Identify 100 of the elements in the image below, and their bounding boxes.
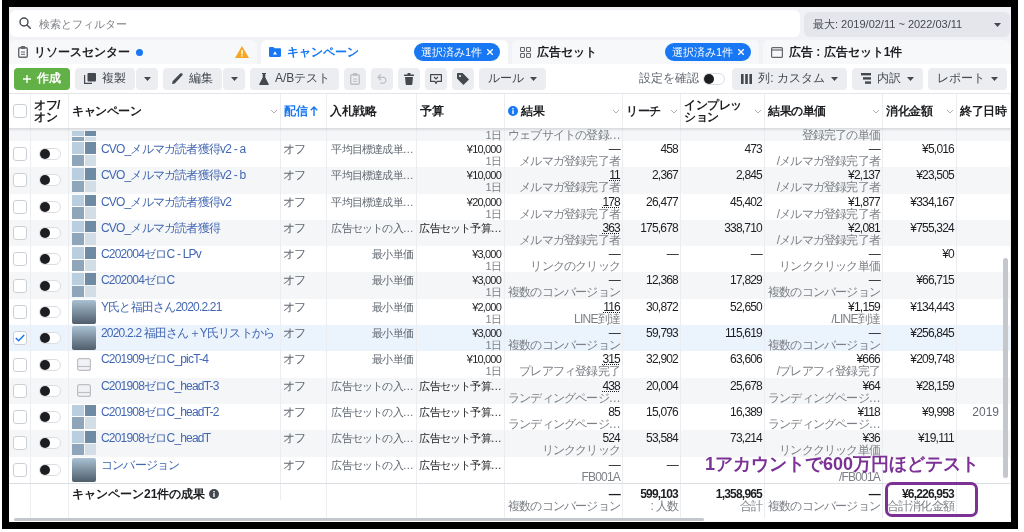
- row-checkbox[interactable]: [12, 199, 27, 214]
- column-header[interactable]: 配信: [284, 105, 307, 117]
- row-checkbox[interactable]: [12, 436, 27, 451]
- vertical-scrollbar[interactable]: [1003, 258, 1008, 478]
- column-header[interactable]: オフ/オン: [34, 99, 65, 123]
- impressions-value: 45,402: [730, 195, 762, 208]
- tab[interactable]: 広告 : 広告セット1件: [763, 40, 1010, 64]
- tag-button[interactable]: [452, 67, 475, 90]
- campaign-name-link[interactable]: CVO_メルマガ読者獲得: [101, 221, 221, 234]
- delivery-status-text: オフ: [283, 405, 307, 418]
- selection-badge[interactable]: 選択済み1件: [664, 43, 751, 61]
- toggle-switch[interactable]: [38, 279, 61, 292]
- toggle-switch[interactable]: [38, 411, 61, 424]
- row-checkbox[interactable]: [12, 357, 27, 372]
- result-value[interactable]: 11: [609, 169, 620, 182]
- row-checkbox[interactable]: [12, 410, 27, 425]
- row-checkbox[interactable]: [12, 383, 27, 398]
- columns-button[interactable]: 列: カスタム: [732, 67, 847, 90]
- row-checkbox[interactable]: [12, 147, 27, 162]
- column-header[interactable]: インプレッション: [684, 99, 752, 123]
- table-row[interactable]: 2020.2.2 福田さん＋Y氏リストから オフ 最小単価 ¥3,000 1日 — 複数のコンバージョン 59,793 115,619 — 複数のコンバージョン ¥256,845: [9, 325, 1011, 352]
- table-row[interactable]: C201908ゼロC_headT-3 オフ 広告セットの入… 広告セット予算… 438 ランディングページ… 20,004 25,678 ¥64 ランディングページ… ¥28,159: [9, 377, 1011, 404]
- toggle-switch[interactable]: [38, 227, 61, 240]
- toggle-switch[interactable]: [38, 384, 61, 397]
- table-row[interactable]: コンバージョン オフ 広告セットの入… 広告セット予算… — FB001A — /FB001A 1アカウントで600万円ほどテスト: [9, 456, 1011, 483]
- column-header[interactable]: 入札戦略: [330, 105, 376, 117]
- table-row[interactable]: CVO_メルマガ読者獲得 オフ 広告セットの入… 広告セット予算… 363 メルマガ登録完了者 175,678 338,710 ¥2,081 /メルマガ登録完了者 ¥755,324: [9, 219, 1011, 247]
- tab[interactable]: キャンペーン 選択済み1件: [261, 40, 508, 64]
- comment-button[interactable]: [425, 67, 448, 90]
- row-checkbox[interactable]: [12, 173, 27, 188]
- horizontal-scrollbar[interactable]: [14, 517, 704, 521]
- dropdown-button[interactable]: [223, 67, 245, 90]
- campaign-name-link[interactable]: CVO_メルマガ読者獲得v2 - a: [101, 143, 246, 155]
- campaign-name-link[interactable]: C202004ゼロC - LPv: [101, 248, 201, 261]
- tab[interactable]: リソースセンター: [10, 40, 257, 64]
- toggle-switch[interactable]: [38, 200, 61, 213]
- delivery-status-text: オフ: [283, 248, 307, 261]
- campaign-name-link[interactable]: CVO_メルマガ読者獲得v2 - b: [101, 169, 246, 182]
- toggle-switch[interactable]: [38, 358, 61, 371]
- rules-button[interactable]: ルール: [479, 67, 547, 90]
- column-header[interactable]: キャンペーン: [72, 105, 141, 117]
- row-checkbox[interactable]: [12, 278, 27, 293]
- dropdown-button[interactable]: [136, 67, 158, 90]
- selection-badge[interactable]: 選択済み1件: [413, 43, 500, 61]
- result-type-note: ランディングページ…: [508, 417, 620, 430]
- campaign-name-link[interactable]: 2020.2.2 福田さん＋Y氏リストから: [101, 327, 275, 340]
- row-checkbox[interactable]: [12, 331, 27, 346]
- column-header[interactable]: 消化金額: [886, 105, 932, 117]
- delete-button[interactable]: [398, 67, 421, 90]
- column-header[interactable]: 結果の単価: [768, 105, 826, 117]
- breakdown-button[interactable]: 内訳: [852, 67, 923, 90]
- result-value[interactable]: 315: [602, 353, 620, 366]
- campaign-name-link[interactable]: C201908ゼロC_headT-3: [101, 379, 219, 392]
- date-range-button[interactable]: 最大: 2019/02/11 ~ 2022/03/11: [804, 12, 1010, 37]
- delivery-status-text: オフ: [283, 195, 307, 208]
- row-checkbox[interactable]: [12, 462, 27, 477]
- table-row[interactable]: CVO_メルマガ読者獲得v2 オフ 平均目標達成単… ¥20,000 1日 178 メルマガ登録完了者 26,477 45,402 ¥1,877 /メルマガ登録完了者 ¥334,167: [9, 193, 1011, 220]
- tab[interactable]: 広告セット 選択済み1件: [512, 40, 759, 64]
- photo-placeholder: [72, 299, 96, 324]
- campaign-name-link[interactable]: C201908ゼロC_headT: [101, 432, 211, 445]
- ab-test-button[interactable]: A/Bテスト: [250, 67, 340, 90]
- toggle-switch[interactable]: [38, 148, 61, 161]
- column-header[interactable]: リーチ: [626, 105, 661, 117]
- row-checkbox[interactable]: [12, 226, 27, 241]
- reports-button[interactable]: レポート: [928, 67, 1007, 90]
- campaign-name-link[interactable]: Y氏と福田さん2020.2.21: [101, 300, 222, 313]
- toggle-switch[interactable]: [703, 72, 726, 85]
- table-row[interactable]: CVO_メルマガ読者獲得v2 - b オフ 平均目標達成単… ¥10,000 1日 11 メルマガ登録完了者 2,367 2,845 ¥2,137 /メルマガ登録完了者 ¥23,505: [9, 167, 1011, 194]
- result-value: —: [608, 458, 620, 471]
- budget-value: 広告セット予算…: [419, 405, 501, 418]
- campaign-name-link[interactable]: C201908ゼロC_headT-2: [101, 405, 219, 418]
- toggle-switch[interactable]: [38, 437, 61, 450]
- select-all-checkbox[interactable]: [12, 104, 27, 118]
- result-value[interactable]: 438: [602, 379, 620, 392]
- edit-button[interactable]: 編集: [163, 67, 222, 90]
- image-placeholder-icon: [77, 384, 91, 398]
- campaign-name-link[interactable]: C202004ゼロC: [101, 274, 175, 287]
- photo-grid-drawing: [72, 168, 96, 193]
- campaign-name-link[interactable]: コンバージョン: [101, 458, 180, 471]
- column-header[interactable]: 結果: [521, 105, 544, 117]
- campaign-name-link[interactable]: C201909ゼロC_picT-4: [101, 353, 209, 366]
- search-field[interactable]: 検索とフィルター: [10, 10, 800, 37]
- bid-strategy-text: 最小単価: [372, 300, 413, 313]
- campaign-name-link[interactable]: CVO_メルマガ読者獲得v2: [101, 195, 232, 208]
- toggle-switch[interactable]: [38, 174, 61, 187]
- result-value[interactable]: 178: [602, 195, 620, 208]
- toggle-switch[interactable]: [38, 305, 61, 318]
- row-checkbox[interactable]: [12, 252, 27, 267]
- duplicate-button[interactable]: 複製: [75, 67, 135, 90]
- table-row[interactable]: C202004ゼロC オフ 最小単価 ¥3,000 1日 — 複数のコンバージョン 12,368 17,829 — 複数のコンバージョン ¥66,715: [9, 272, 1011, 299]
- result-value[interactable]: 363: [602, 221, 620, 234]
- budget-value: ¥2,000: [472, 300, 501, 313]
- toggle-switch[interactable]: [38, 253, 61, 266]
- toggle-switch[interactable]: [38, 332, 61, 345]
- column-header[interactable]: 終了日時: [960, 105, 1006, 117]
- copy-icon: [84, 73, 96, 84]
- column-header[interactable]: 予算: [420, 105, 443, 117]
- toggle-switch[interactable]: [38, 463, 61, 476]
- row-checkbox[interactable]: [12, 304, 27, 319]
- result-value[interactable]: 116: [603, 300, 620, 313]
